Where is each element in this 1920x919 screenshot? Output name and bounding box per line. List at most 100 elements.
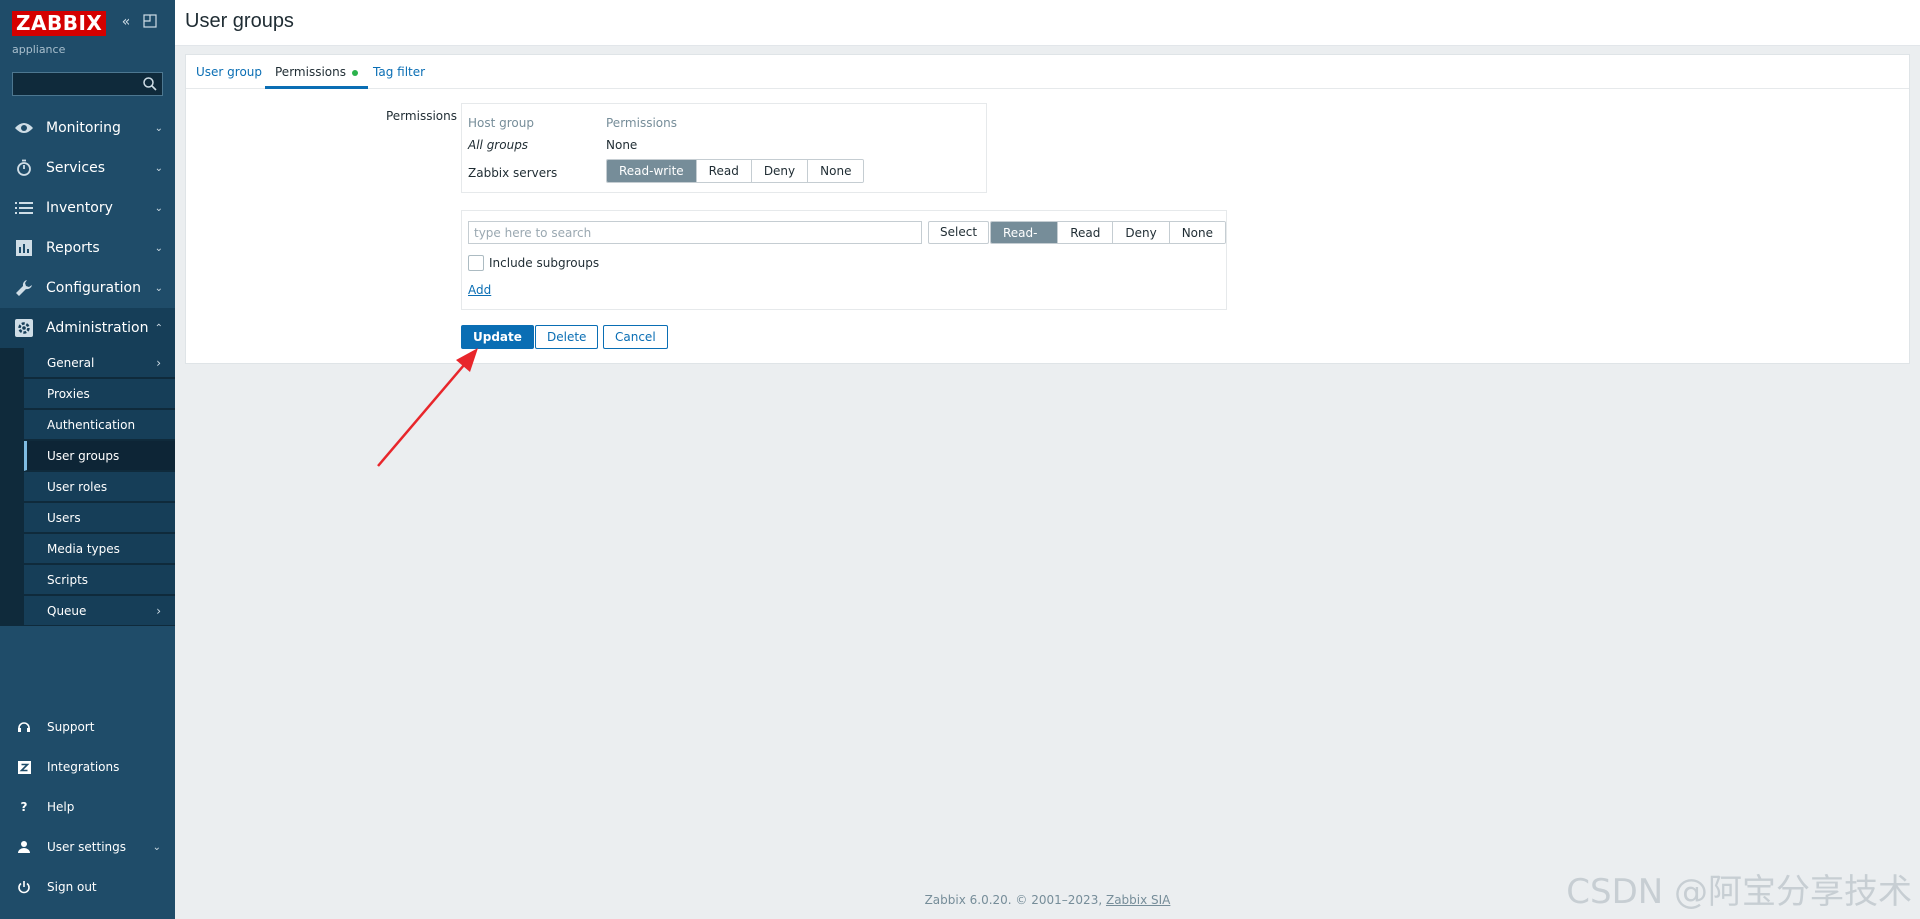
- brand-subtitle: appliance: [12, 43, 66, 56]
- radio-read[interactable]: Read: [1057, 222, 1113, 243]
- add-permission-box: Select Read-write Read Deny None Include…: [461, 210, 1227, 310]
- radio-deny[interactable]: Deny: [1112, 222, 1169, 243]
- list-icon: [14, 198, 34, 218]
- column-header-host-group: Host group: [468, 116, 534, 130]
- footer-text: Zabbix 6.0.20. © 2001–2023,: [924, 893, 1106, 907]
- host-group-all-groups: All groups: [468, 138, 529, 152]
- cancel-button[interactable]: Cancel: [603, 325, 668, 349]
- nav-label: Configuration: [46, 280, 141, 296]
- zabbix-logo[interactable]: ZABBIX: [12, 11, 107, 36]
- tab-permissions[interactable]: Permissions: [265, 55, 368, 89]
- host-group-zabbix-servers: Zabbix servers: [468, 166, 558, 180]
- tab-user-group[interactable]: User group: [186, 55, 272, 89]
- chevron-right-icon: ›: [156, 603, 161, 618]
- submenu-media-types[interactable]: Media types: [24, 534, 175, 564]
- nav-user-settings[interactable]: User settings ⌄: [0, 829, 175, 865]
- select-button[interactable]: Select: [928, 221, 990, 244]
- submenu-label: General: [47, 355, 95, 370]
- nav-integrations[interactable]: Integrations: [0, 749, 175, 785]
- zabbix-sia-link[interactable]: Zabbix SIA: [1106, 893, 1170, 907]
- radio-deny[interactable]: Deny: [750, 160, 808, 182]
- bar-chart-icon: [14, 238, 34, 258]
- page-title: User groups: [185, 10, 294, 32]
- nav-label: Reports: [46, 240, 100, 256]
- radio-read-write[interactable]: Read-write: [607, 160, 696, 182]
- chevron-down-icon: ⌄: [154, 202, 163, 214]
- question-icon: ?: [20, 800, 28, 814]
- gear-icon: [14, 318, 34, 338]
- tab-bar: User group Permissions Tag filter: [186, 55, 1909, 89]
- nav-configuration[interactable]: Configuration ⌄: [0, 268, 175, 308]
- headset-icon: [16, 719, 32, 735]
- add-link[interactable]: Add: [468, 283, 491, 297]
- kiosk-mode-icon[interactable]: [142, 14, 158, 30]
- submenu-label: Media types: [47, 541, 120, 556]
- nav-label: Integrations: [47, 760, 120, 774]
- submenu-user-groups[interactable]: User groups: [24, 441, 175, 471]
- submenu-label: Users: [47, 510, 81, 525]
- sidebar-search-input[interactable]: [12, 72, 163, 96]
- submenu-label: Authentication: [47, 417, 136, 432]
- nav-label: Sign out: [47, 880, 97, 894]
- chevron-down-icon: ⌄: [152, 841, 161, 853]
- submenu-queue[interactable]: Queue ›: [24, 596, 175, 626]
- nav-monitoring[interactable]: Monitoring ⌄: [0, 108, 175, 148]
- search-icon[interactable]: [142, 76, 158, 92]
- nav-label: Monitoring: [46, 120, 121, 136]
- chevron-down-icon: ⌄: [154, 122, 163, 134]
- tab-label: User group: [196, 65, 263, 79]
- form-panel: User group Permissions Tag filter Permis…: [185, 54, 1910, 364]
- chevron-down-icon: ⌄: [154, 242, 163, 254]
- chevron-up-icon: ⌃: [154, 322, 163, 334]
- radio-none[interactable]: None: [1168, 222, 1225, 243]
- page-header: User groups: [175, 0, 1920, 46]
- submenu-label: User groups: [47, 448, 120, 463]
- nav-reports[interactable]: Reports ⌄: [0, 228, 175, 268]
- nav-label: Administration: [46, 320, 149, 336]
- nav-inventory[interactable]: Inventory ⌄: [0, 188, 175, 228]
- nav-label: User settings: [47, 840, 127, 854]
- new-permission-radio-group: Read-write Read Deny None: [990, 221, 1226, 244]
- chevron-down-icon: ⌄: [154, 162, 163, 174]
- submenu-users[interactable]: Users: [24, 503, 175, 533]
- submenu-proxies[interactable]: Proxies: [24, 379, 175, 409]
- collapse-sidebar-icon[interactable]: «: [118, 14, 134, 30]
- submenu-general[interactable]: General ›: [24, 348, 175, 378]
- tab-tag-filter[interactable]: Tag filter: [363, 55, 435, 89]
- tab-label: Tag filter: [373, 65, 426, 79]
- tab-label: Permissions: [275, 65, 346, 79]
- wrench-icon: [14, 278, 34, 298]
- permissions-label: Permissions: [386, 109, 457, 123]
- submenu-label: User roles: [47, 479, 108, 494]
- nav-help[interactable]: ? Help: [0, 789, 175, 825]
- submenu-label: Proxies: [47, 386, 90, 401]
- sidebar: ZABBIX « appliance Monitoring ⌄ Services…: [0, 0, 175, 919]
- z-icon: [16, 759, 32, 775]
- submenu-scripts[interactable]: Scripts: [24, 565, 175, 595]
- submenu-authentication[interactable]: Authentication: [24, 410, 175, 440]
- chevron-right-icon: ›: [156, 355, 161, 370]
- include-subgroups-checkbox[interactable]: [468, 255, 484, 271]
- nav-services[interactable]: Services ⌄: [0, 148, 175, 188]
- nav-label: Support: [47, 720, 95, 734]
- submenu-label: Scripts: [47, 572, 89, 587]
- radio-read[interactable]: Read: [695, 160, 751, 182]
- delete-button[interactable]: Delete: [535, 325, 599, 349]
- host-group-search-input[interactable]: [468, 221, 922, 244]
- administration-submenu: General › Proxies Authentication User gro…: [0, 348, 175, 626]
- nav-administration[interactable]: Administration ⌃: [0, 308, 175, 348]
- changed-indicator-dot: [351, 69, 358, 76]
- permission-radio-group: Read-write Read Deny None: [606, 159, 865, 183]
- permission-value: None: [606, 138, 638, 152]
- nav-sign-out[interactable]: Sign out: [0, 869, 175, 905]
- user-icon: [16, 839, 32, 855]
- include-subgroups-label[interactable]: Include subgroups: [489, 256, 599, 270]
- nav-label: Inventory: [46, 200, 113, 216]
- submenu-user-roles[interactable]: User roles: [24, 472, 175, 502]
- column-header-permissions: Permissions: [606, 116, 677, 130]
- radio-read-write[interactable]: Read-write: [991, 222, 1058, 243]
- nav-support[interactable]: Support: [0, 709, 175, 745]
- radio-none[interactable]: None: [807, 160, 864, 182]
- power-icon: [16, 879, 32, 895]
- chevron-down-icon: ⌄: [154, 282, 163, 294]
